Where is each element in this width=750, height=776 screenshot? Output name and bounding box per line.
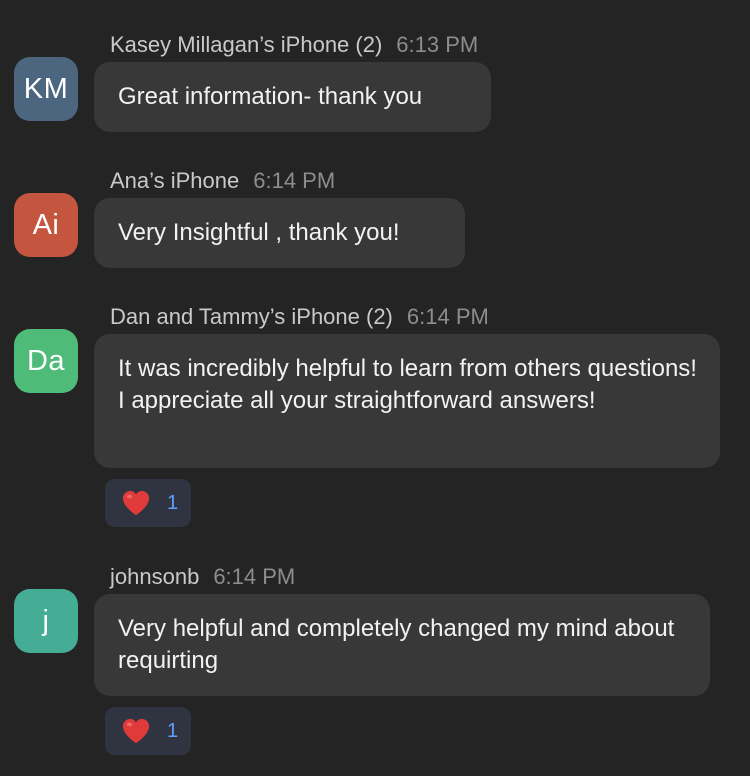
message-header: Kasey Millagan’s iPhone (2) 6:13 PM [110, 30, 478, 60]
message-time: 6:14 PM [406, 304, 489, 329]
message-text: Very helpful and completely changed my m… [118, 615, 675, 674]
message-text: It was incredibly helpful to learn from … [118, 355, 697, 414]
avatar-initials: j [42, 604, 50, 637]
avatar[interactable]: Da [14, 329, 78, 393]
message-header: Ana’s iPhone 6:14 PM [110, 166, 335, 196]
message-text: Very Insightful , thank you! [118, 219, 400, 246]
avatar[interactable]: Ai [14, 193, 78, 257]
message-bubble[interactable]: Very Insightful , thank you! [94, 198, 465, 268]
reaction-button[interactable]: 1 [105, 707, 191, 755]
avatar-initials: Da [26, 344, 66, 377]
sender-name: Ana’s iPhone [110, 168, 240, 193]
avatar[interactable]: KM [14, 57, 78, 121]
message-bubble[interactable]: Great information- thank you [94, 62, 491, 132]
message-time: 6:14 PM [213, 564, 296, 589]
message-time: 6:14 PM [253, 168, 336, 193]
reaction-count: 1 [167, 491, 179, 514]
reaction-count: 1 [167, 719, 179, 742]
sender-name: Dan and Tammy’s iPhone (2) [110, 304, 393, 329]
message-time: 6:13 PM [396, 32, 479, 57]
heart-icon [122, 718, 150, 744]
message-bubble[interactable]: Very helpful and completely changed my m… [94, 594, 710, 696]
sender-name: johnsonb [110, 564, 200, 589]
message-text: Great information- thank you [118, 83, 423, 110]
avatar-initials: KM [23, 72, 69, 105]
sender-name: Kasey Millagan’s iPhone (2) [110, 32, 383, 57]
avatar-initials: Ai [32, 208, 60, 241]
message-header: johnsonb 6:14 PM [110, 562, 295, 592]
message-header: Dan and Tammy’s iPhone (2) 6:14 PM [110, 302, 489, 332]
message-bubble[interactable]: It was incredibly helpful to learn from … [94, 334, 720, 468]
avatar[interactable]: j [14, 589, 78, 653]
reaction-button[interactable]: 1 [105, 479, 191, 527]
heart-icon [122, 490, 150, 516]
